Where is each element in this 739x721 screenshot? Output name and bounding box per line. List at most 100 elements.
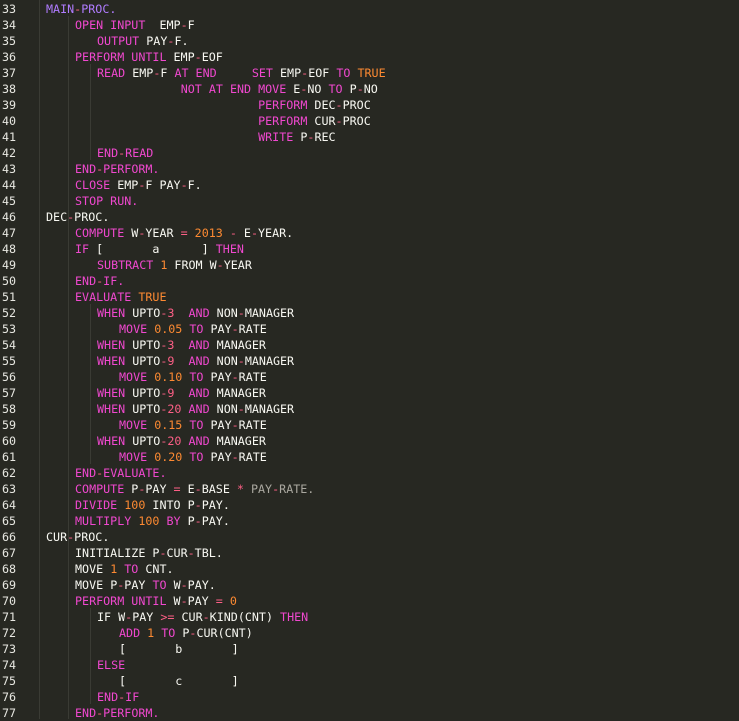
code-token: PROC. xyxy=(81,2,117,16)
code-token: * xyxy=(236,482,251,496)
code-line[interactable]: 67 INITIALIZE P-CUR-TBL. xyxy=(0,545,739,561)
code-line[interactable]: 51 EVALUATE TRUE xyxy=(0,289,739,305)
code-line[interactable]: 57 WHEN UPTO-9 AND MANAGER xyxy=(0,385,739,401)
code-token: UPTO xyxy=(132,386,161,400)
code-line[interactable]: 66 CUR-PROC. xyxy=(0,529,739,545)
code-token: TO xyxy=(152,578,174,592)
code-token: - xyxy=(231,322,239,336)
code-token: PAY xyxy=(250,482,273,496)
code-text: END-PERFORM. xyxy=(75,161,159,177)
code-token: PERFORM. xyxy=(103,162,160,176)
code-line[interactable]: 45 STOP RUN. xyxy=(0,193,739,209)
code-line[interactable]: 33 MAIN-PROC. xyxy=(0,1,739,17)
code-token: CUR xyxy=(166,546,188,560)
line-number: 68 xyxy=(2,562,17,576)
code-token: -3 xyxy=(160,306,182,320)
code-token: = xyxy=(173,482,188,496)
code-token: AND xyxy=(181,386,217,400)
code-token: CUR(CNT) xyxy=(196,626,253,640)
code-line[interactable]: 46 DEC-PROC. xyxy=(0,209,739,225)
code-token: PAY. xyxy=(201,498,230,512)
code-text: PERFORM DEC-PROC xyxy=(47,97,371,113)
code-line[interactable]: 74 ELSE xyxy=(0,657,739,673)
code-line[interactable]: 38 NOT AT END MOVE E-NO TO P-NO xyxy=(0,81,739,97)
code-token: READ xyxy=(125,146,154,160)
code-token: PROC. xyxy=(74,210,110,224)
code-line[interactable]: 35 OUTPUT PAY-F. xyxy=(0,33,739,49)
code-token: F PAY xyxy=(145,178,181,192)
code-line[interactable]: 34 OPEN INPUT EMP-F xyxy=(0,17,739,33)
line-number: 71 xyxy=(2,610,17,624)
code-line[interactable]: 62 END-EVALUATE. xyxy=(0,465,739,481)
code-line[interactable]: 58 WHEN UPTO-20 AND NON-MANAGER xyxy=(0,401,739,417)
code-line[interactable]: 36 PERFORM UNTIL EMP-EOF xyxy=(0,49,739,65)
code-token: TRUE xyxy=(138,290,167,304)
code-line[interactable]: 60 WHEN UPTO-20 AND MANAGER xyxy=(0,433,739,449)
code-line[interactable]: 64 DIVIDE 100 INTO P-PAY. xyxy=(0,497,739,513)
code-token: KIND(CNT) xyxy=(209,610,281,624)
code-line[interactable]: 41 WRITE P-REC xyxy=(0,129,739,145)
code-token: DEC xyxy=(46,210,68,224)
line-number: 42 xyxy=(2,146,17,160)
code-line[interactable]: 76 END-IF xyxy=(0,689,739,705)
code-line[interactable]: 53 MOVE 0.05 TO PAY-RATE xyxy=(0,321,739,337)
code-token: PERFORM xyxy=(258,114,315,128)
code-token: FROM xyxy=(174,258,210,272)
code-token: INTO xyxy=(152,498,188,512)
code-token: = xyxy=(180,226,195,240)
code-token: EMP xyxy=(152,18,181,32)
code-token: -20 xyxy=(160,434,189,448)
code-line[interactable]: 75 [ c ] xyxy=(0,673,739,689)
code-line[interactable]: 55 WHEN UPTO-9 AND NON-MANAGER xyxy=(0,353,739,369)
code-line[interactable]: 43 END-PERFORM. xyxy=(0,161,739,177)
code-token: RATE xyxy=(238,322,267,336)
line-number: 56 xyxy=(2,370,17,384)
code-token: PERFORM. xyxy=(103,706,160,720)
code-line[interactable]: 52 WHEN UPTO-3 AND NON-MANAGER xyxy=(0,305,739,321)
code-text: MOVE 0.20 TO PAY-RATE xyxy=(119,449,267,465)
code-token: MOVE xyxy=(119,370,155,384)
line-number: 37 xyxy=(2,66,17,80)
code-token: PAY xyxy=(124,578,153,592)
code-token: PERFORM UNTIL xyxy=(75,50,174,64)
code-line[interactable]: 42 END-READ xyxy=(0,145,739,161)
code-line[interactable]: 44 CLOSE EMP-F PAY-F. xyxy=(0,177,739,193)
code-line[interactable]: 56 MOVE 0.10 TO PAY-RATE xyxy=(0,369,739,385)
code-line[interactable]: 61 MOVE 0.20 TO PAY-RATE xyxy=(0,449,739,465)
code-token: W xyxy=(173,578,181,592)
code-line[interactable]: 47 COMPUTE W-YEAR = 2013 - E-YEAR. xyxy=(0,225,739,241)
code-line[interactable]: 65 MULTIPLY 100 BY P-PAY. xyxy=(0,513,739,529)
code-token: -20 xyxy=(160,402,189,416)
code-editor[interactable]: 33 MAIN-PROC. 34 OPEN INPUT EMP-F 35 OUTPUT P… xyxy=(0,0,739,720)
line-number: 57 xyxy=(2,386,17,400)
code-line[interactable]: 71 IF W-PAY >= CUR-KIND(CNT) THEN xyxy=(0,609,739,625)
code-text: PERFORM UNTIL EMP-EOF xyxy=(75,49,223,65)
code-token: DEC xyxy=(314,98,336,112)
code-line[interactable]: 48 IF [ a ] THEN xyxy=(0,241,739,257)
line-number: 49 xyxy=(2,258,17,272)
code-line[interactable]: 50 END-IF. xyxy=(0,273,739,289)
code-line[interactable]: 69 MOVE P-PAY TO W-PAY. xyxy=(0,577,739,593)
code-line[interactable]: 68 MOVE 1 TO CNT. xyxy=(0,561,739,577)
code-line[interactable]: 49 SUBTRACT 1 FROM W-YEAR xyxy=(0,257,739,273)
code-token: - xyxy=(231,450,239,464)
code-token: EMP xyxy=(173,50,195,64)
code-token: SUBTRACT xyxy=(97,258,161,272)
code-token: - xyxy=(356,82,364,96)
code-token: WHEN xyxy=(97,386,133,400)
code-token: PAY. xyxy=(187,578,216,592)
code-line[interactable]: 37 READ EMP-F AT END SET EMP-EOF TO TRUE xyxy=(0,65,739,81)
code-line[interactable]: 73 [ b ] xyxy=(0,641,739,657)
line-number: 76 xyxy=(2,690,17,704)
code-line[interactable]: 59 MOVE 0.15 TO PAY-RATE xyxy=(0,417,739,433)
code-line[interactable]: 70 PERFORM UNTIL W-PAY = 0 xyxy=(0,593,739,609)
code-line[interactable]: 39 PERFORM DEC-PROC xyxy=(0,97,739,113)
code-line[interactable]: 40 PERFORM CUR-PROC xyxy=(0,113,739,129)
code-token: -3 xyxy=(160,338,182,352)
code-line[interactable]: 54 WHEN UPTO-3 AND MANAGER xyxy=(0,337,739,353)
code-line[interactable]: 72 ADD 1 TO P-CUR(CNT) xyxy=(0,625,739,641)
code-token: END xyxy=(75,162,97,176)
code-line[interactable]: 63 COMPUTE P-PAY = E-BASE * PAY-RATE. xyxy=(0,481,739,497)
